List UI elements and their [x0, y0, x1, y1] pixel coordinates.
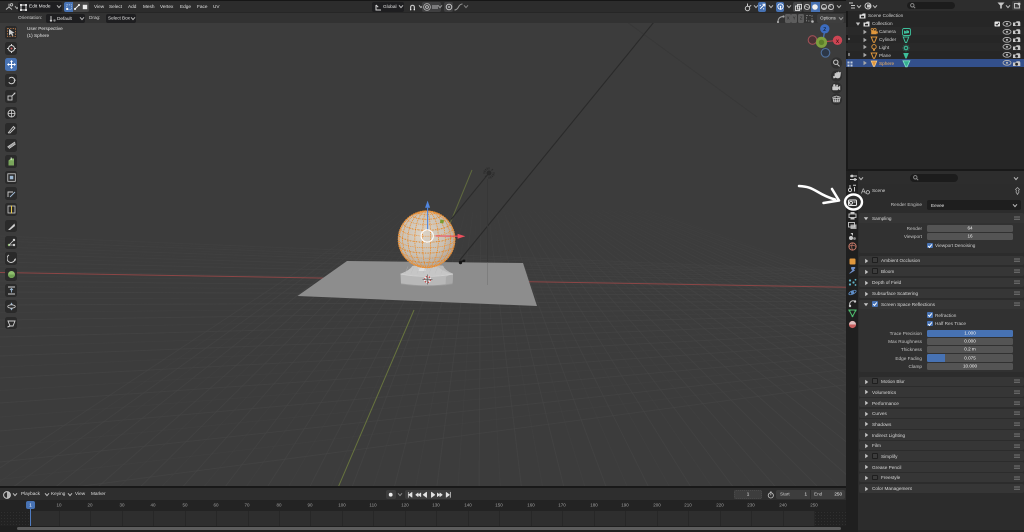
svg-text:z: z — [823, 26, 826, 33]
